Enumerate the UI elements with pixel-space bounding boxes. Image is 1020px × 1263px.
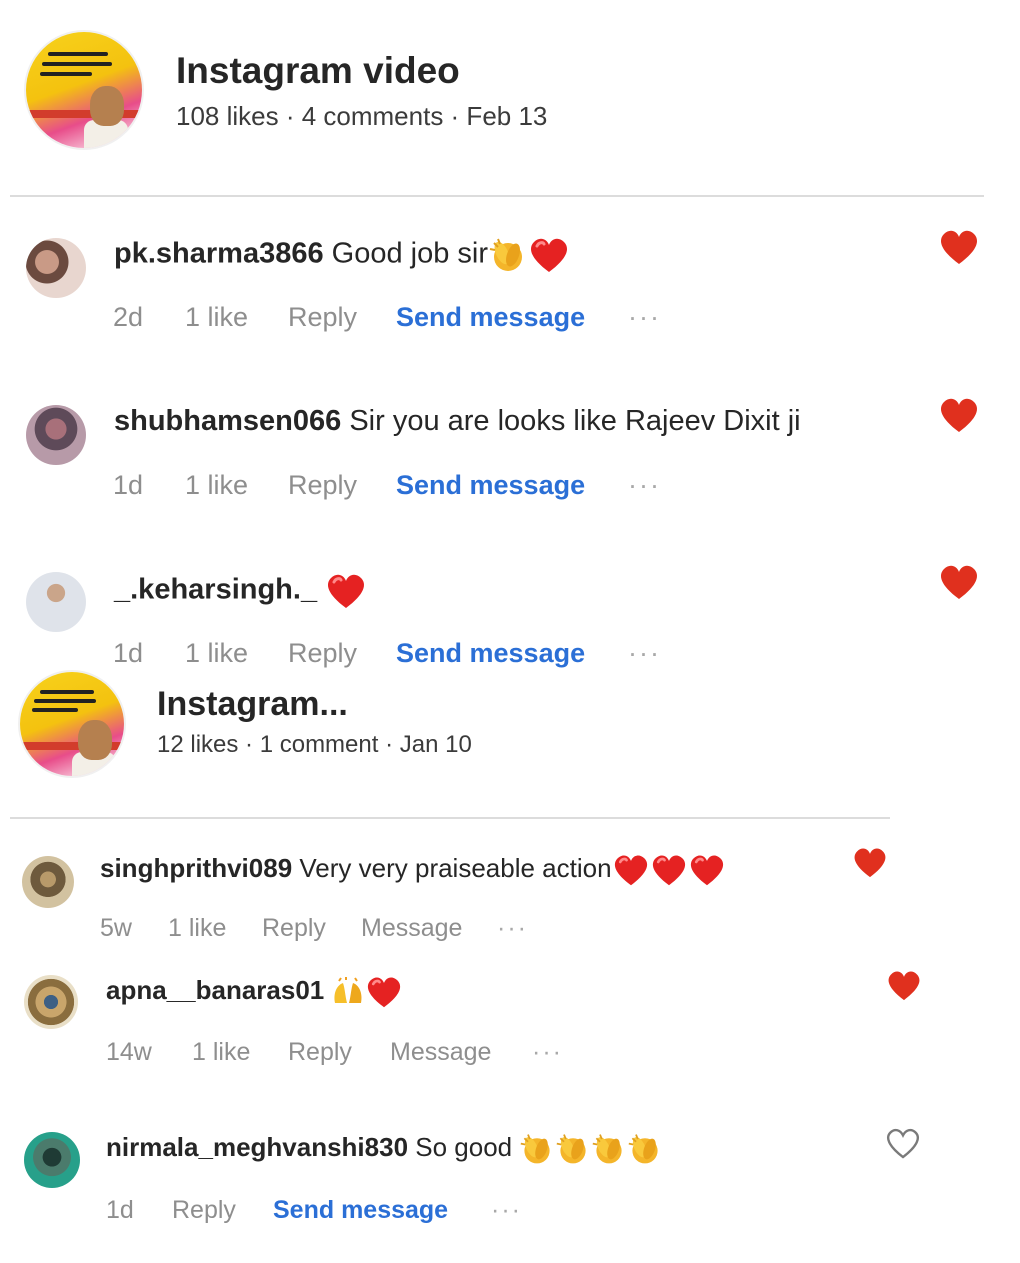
- clap-emoji: [627, 1132, 663, 1166]
- comment-likes[interactable]: 1 like: [185, 638, 288, 669]
- clap-emoji: [591, 1132, 627, 1166]
- message-button[interactable]: Message: [361, 914, 497, 943]
- comment-time: 1d: [113, 470, 144, 500]
- comment-likes[interactable]: 1 like: [185, 302, 288, 333]
- more-options-icon[interactable]: ···: [497, 914, 528, 943]
- send-message-button[interactable]: Send message: [396, 470, 628, 501]
- comment-username[interactable]: pk.sharma3866: [114, 238, 324, 270]
- send-message-button[interactable]: Send message: [273, 1196, 491, 1225]
- like-heart-icon[interactable]: [852, 846, 888, 879]
- comment-likes[interactable]: 1 like: [185, 470, 288, 501]
- comment-text: Good job sir: [331, 237, 489, 270]
- avatar[interactable]: [22, 856, 74, 908]
- like-heart-icon[interactable]: [886, 969, 922, 1002]
- reply-button[interactable]: Reply: [288, 302, 396, 333]
- comment-time: 1d: [106, 1196, 134, 1224]
- reply-button[interactable]: Reply: [262, 914, 361, 943]
- comment-text: Sir you are looks like Rajeev Dixit ji: [349, 405, 801, 437]
- divider: [10, 817, 890, 819]
- more-options-icon[interactable]: ···: [628, 302, 661, 333]
- reply-button[interactable]: Reply: [288, 1038, 390, 1067]
- comment-meta: 1d 1 like Reply Send message ···: [113, 470, 661, 501]
- post-meta: 108 likes · 4 comments · Feb 13: [176, 101, 548, 131]
- reply-button[interactable]: Reply: [288, 470, 396, 501]
- comment-username[interactable]: _.keharsingh._: [114, 574, 317, 606]
- more-options-icon[interactable]: ···: [532, 1038, 563, 1067]
- clap-emoji: [555, 1132, 591, 1166]
- avatar[interactable]: [26, 572, 86, 632]
- like-heart-icon[interactable]: [938, 563, 980, 601]
- post-thumbnail[interactable]: [26, 32, 142, 148]
- comment-meta: 1d 1 like Reply Send message ···: [113, 638, 661, 669]
- avatar[interactable]: [24, 1132, 80, 1188]
- comment-meta: 5w 1 like Reply Message ···: [100, 914, 528, 943]
- comment-time: 5w: [100, 914, 132, 942]
- divider: [10, 195, 984, 197]
- more-options-icon[interactable]: ···: [628, 470, 661, 501]
- comment-time: 14w: [106, 1038, 152, 1066]
- send-message-button[interactable]: Send message: [396, 302, 628, 333]
- comment-line: nirmala_meghvanshi830 So good: [106, 1132, 663, 1166]
- more-options-icon[interactable]: ···: [628, 638, 661, 669]
- comment-line: shubhamsen066 Sir you are looks like Raj…: [114, 405, 801, 438]
- comment-username[interactable]: shubhamsen066: [114, 405, 341, 437]
- comment-time: 2d: [113, 302, 144, 332]
- comment-text: Very very praiseable action: [299, 853, 612, 883]
- red-heart-emoji: [365, 975, 403, 1009]
- avatar[interactable]: [26, 238, 86, 298]
- red-heart-emoji: [650, 853, 688, 887]
- avatar[interactable]: [24, 975, 78, 1029]
- post-title[interactable]: Instagram video: [176, 50, 460, 92]
- red-heart-emoji: [688, 853, 726, 887]
- comment-meta: 2d 1 like Reply Send message ···: [113, 302, 661, 333]
- message-button[interactable]: Message: [390, 1038, 532, 1067]
- reply-button[interactable]: Reply: [172, 1196, 273, 1225]
- comment-meta: 14w 1 like Reply Message ···: [106, 1038, 563, 1067]
- comment-meta: 1d Reply Send message ···: [106, 1196, 522, 1225]
- red-heart-emoji: [325, 572, 367, 610]
- red-heart-emoji: [612, 853, 650, 887]
- clap-emoji: [488, 237, 528, 273]
- like-heart-icon[interactable]: [938, 228, 980, 266]
- red-heart-emoji: [528, 236, 570, 274]
- comment-line: singhprithvi089 Very very praiseable act…: [100, 853, 726, 887]
- raising-hands-emoji: [331, 977, 365, 1007]
- reply-button[interactable]: Reply: [288, 638, 396, 669]
- comment-username[interactable]: singhprithvi089: [100, 853, 292, 883]
- post-title[interactable]: Instagram...: [157, 685, 348, 724]
- comment-text: So good: [415, 1132, 513, 1162]
- comment-username[interactable]: nirmala_meghvanshi830: [106, 1132, 408, 1162]
- comment-line: pk.sharma3866 Good job sir: [114, 236, 570, 274]
- comment-username[interactable]: apna__banaras01: [106, 975, 324, 1005]
- like-heart-icon[interactable]: [938, 396, 980, 434]
- clap-emoji: [519, 1132, 555, 1166]
- avatar[interactable]: [26, 405, 86, 465]
- send-message-button[interactable]: Send message: [396, 638, 628, 669]
- post-meta: 12 likes · 1 comment · Jan 10: [157, 731, 472, 758]
- comment-time: 1d: [113, 638, 144, 668]
- comment-line: apna__banaras01: [106, 975, 403, 1009]
- like-heart-outline-icon[interactable]: [884, 1126, 922, 1161]
- comment-likes[interactable]: 1 like: [168, 914, 262, 943]
- more-options-icon[interactable]: ···: [491, 1196, 522, 1225]
- comment-line: _.keharsingh._: [114, 572, 367, 610]
- post-thumbnail[interactable]: [20, 672, 124, 776]
- comment-likes[interactable]: 1 like: [192, 1038, 288, 1067]
